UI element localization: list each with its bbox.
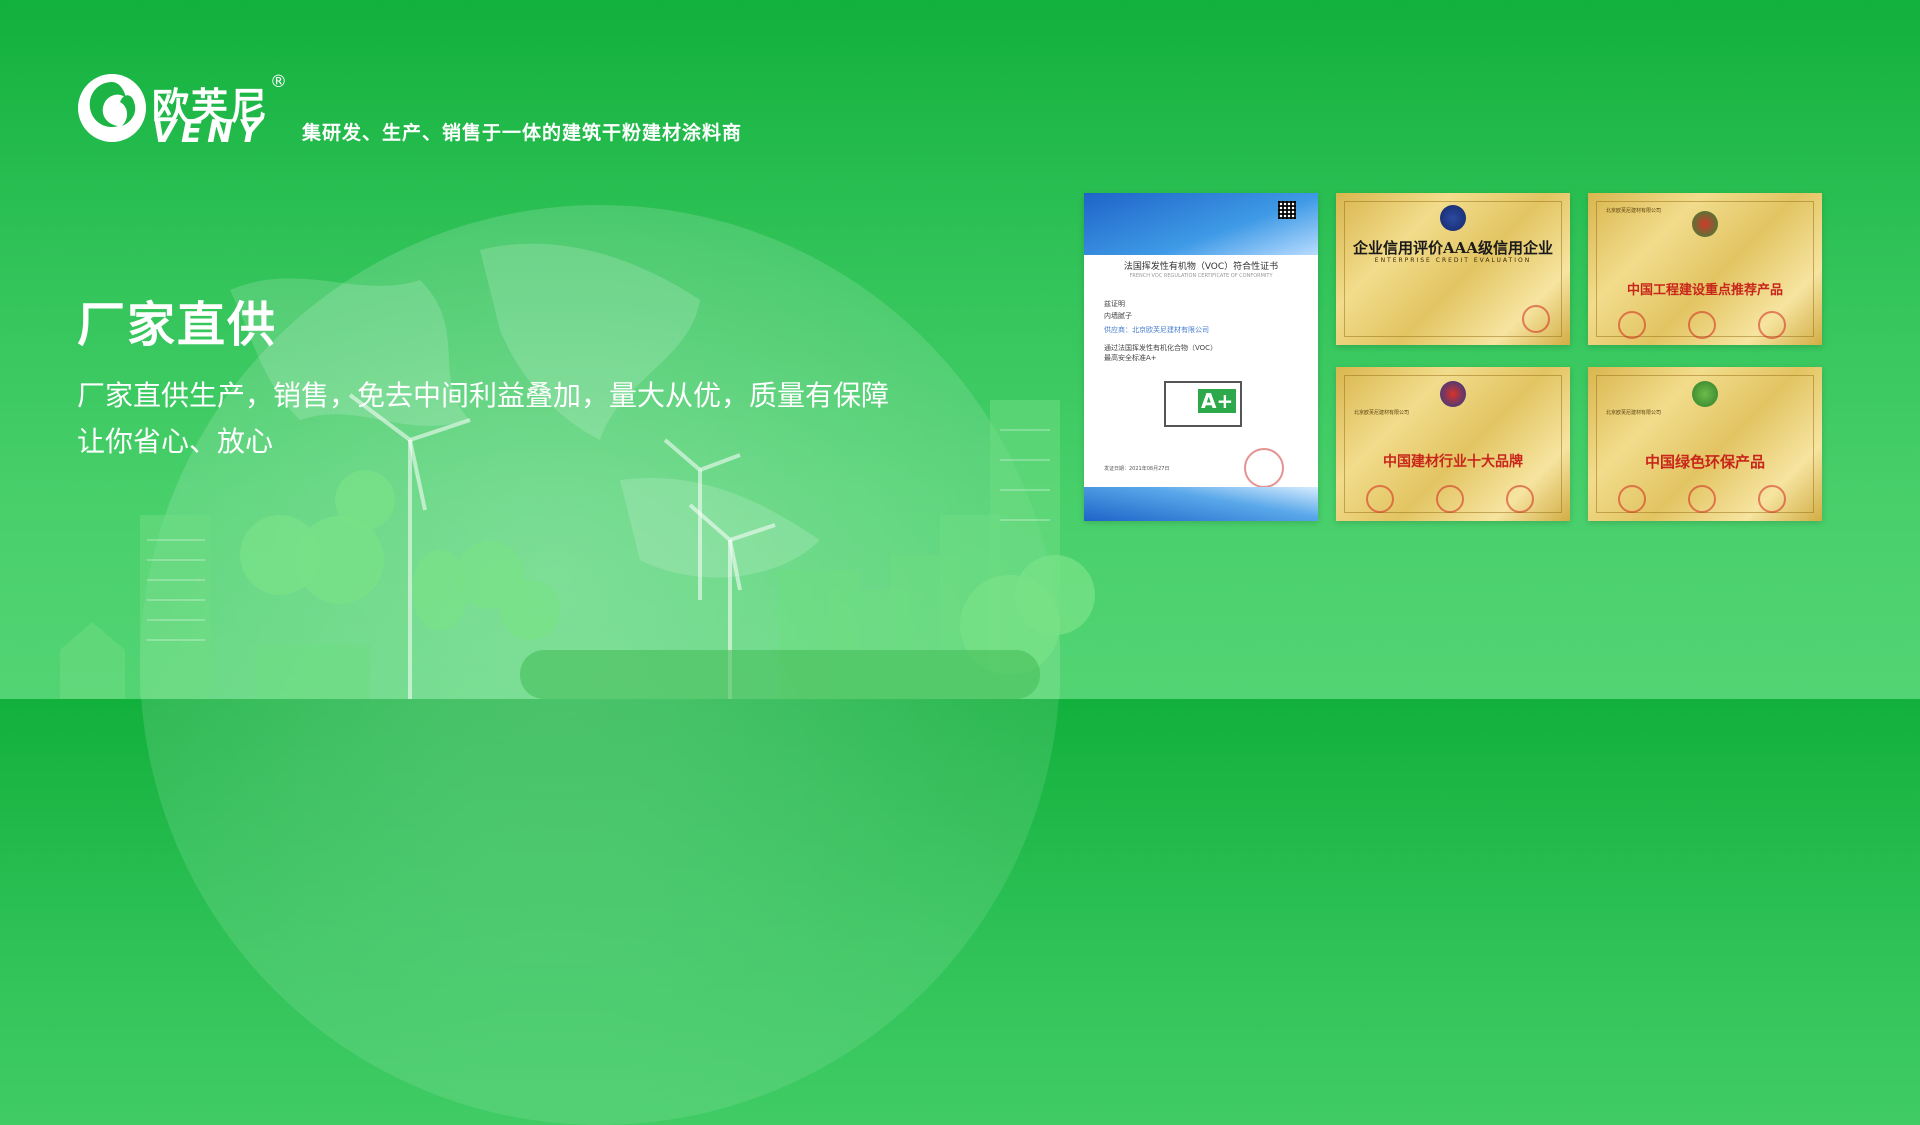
certificate-footer-wave xyxy=(1084,487,1318,521)
hero-description: 厂家直供生产，销售，免去中间利益叠加，量大从优，质量有保障 让你省心、放心 xyxy=(77,373,977,465)
brand-slogan: 集研发、生产、销售于一体的建筑干粉建材涂料商 xyxy=(302,122,743,144)
seal-stamp-icon xyxy=(1506,485,1534,513)
voc-certificate-subtitle: FRENCH VOC REGULATION CERTIFICATE OF CON… xyxy=(1129,273,1273,279)
top-ten-brand-certificate[interactable]: 北京欧芙尼建材有限公司 中国建材行业十大品牌 xyxy=(1336,367,1570,521)
voc-issue-date: 发证日期：2021年08月27日 xyxy=(1104,466,1170,472)
top-ten-certificate-title: 中国建材行业十大品牌 xyxy=(1383,454,1523,470)
seal-stamp-icon xyxy=(1758,485,1786,513)
aaa-certificate-subtitle: ENTERPRISE CREDIT EVALUATION xyxy=(1374,257,1532,264)
engineering-recommended-certificate[interactable]: 北京欧芙尼建材有限公司 中国工程建设重点推荐产品 xyxy=(1588,193,1822,345)
emblem-icon xyxy=(1692,211,1718,237)
emblem-icon xyxy=(1440,205,1466,231)
certificate-company: 北京欧芙尼建材有限公司 xyxy=(1354,410,1410,416)
certificate-company: 北京欧芙尼建材有限公司 xyxy=(1606,410,1662,416)
voc-line-pass: 通过法国挥发性有机化合物（VOC） xyxy=(1104,344,1218,352)
certificate-company: 北京欧芙尼建材有限公司 xyxy=(1606,208,1662,214)
aaa-certificate-title: 企业信用评价AAA级信用企业 xyxy=(1353,239,1553,257)
aaa-credit-certificate[interactable]: 企业信用评价AAA级信用企业 ENTERPRISE CREDIT EVALUAT… xyxy=(1336,193,1570,345)
voc-line-certify: 兹证明 xyxy=(1104,300,1125,308)
seal-stamp-icon xyxy=(1618,485,1646,513)
emblem-icon xyxy=(1692,381,1718,407)
green-certificate-title: 中国绿色环保产品 xyxy=(1644,453,1765,471)
seal-stamp-icon xyxy=(1758,311,1786,339)
seal-stamp-icon xyxy=(1244,448,1284,488)
seal-stamp-icon xyxy=(1618,311,1646,339)
voc-line-product: 内墙腻子 xyxy=(1104,312,1132,320)
voc-grade-label: A+ xyxy=(1198,389,1237,413)
voc-certificate[interactable]: 法国挥发性有机物（VOC）符合性证书 FRENCH VOC REGULATION… xyxy=(1084,193,1318,521)
seal-stamp-icon xyxy=(1436,485,1464,513)
hero-description-line-2: 让你省心、放心 xyxy=(77,425,274,458)
qr-code-icon xyxy=(1278,201,1296,219)
emblem-icon xyxy=(1440,381,1466,407)
seal-stamp-icon xyxy=(1688,485,1716,513)
seal-stamp-icon xyxy=(1366,485,1394,513)
brand-name-en: VENY xyxy=(152,114,266,150)
seal-stamp-icon xyxy=(1688,311,1716,339)
engineering-certificate-title: 中国工程建设重点推荐产品 xyxy=(1626,283,1783,298)
registered-mark: ® xyxy=(270,72,287,92)
hero-headline: 厂家直供 xyxy=(77,297,278,353)
veny-swirl-logo-icon xyxy=(78,74,146,142)
voc-line-supplier: 供应商：北京欧芙尼建材有限公司 xyxy=(1104,326,1209,334)
green-product-certificate[interactable]: 北京欧芙尼建材有限公司 中国绿色环保产品 xyxy=(1588,367,1822,521)
seal-stamp-icon xyxy=(1522,305,1550,333)
hero-description-line-1: 厂家直供生产，销售，免去中间利益叠加，量大从优，质量有保障 xyxy=(77,379,890,412)
voc-line-grade: 最高安全标准A+ xyxy=(1104,354,1157,362)
voc-certificate-title: 法国挥发性有机物（VOC）符合性证书 xyxy=(1123,262,1279,272)
